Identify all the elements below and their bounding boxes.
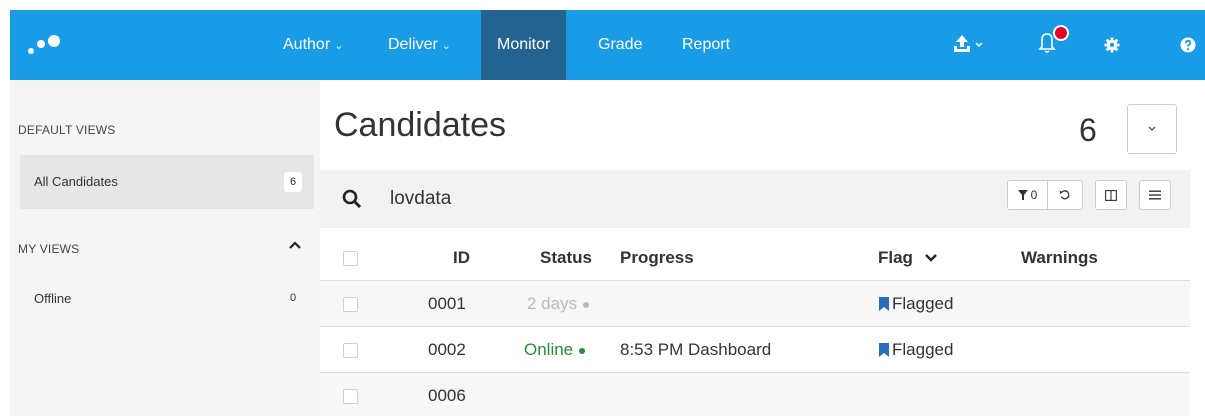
bell-icon bbox=[1038, 25, 1069, 53]
page-title: Candidates bbox=[334, 106, 507, 144]
flag-text: Flagged bbox=[892, 294, 954, 313]
columns-icon bbox=[1105, 189, 1117, 201]
row-checkbox[interactable] bbox=[343, 389, 358, 404]
column-header-flag[interactable]: Flag bbox=[878, 248, 938, 268]
collapse-my-views-button[interactable] bbox=[288, 238, 302, 256]
chevron-down-icon bbox=[924, 254, 937, 262]
chevron-down-icon: ⌄ bbox=[441, 40, 452, 52]
list-view-button[interactable] bbox=[1139, 180, 1171, 210]
filter-button[interactable]: 0 bbox=[1008, 181, 1048, 209]
help-icon bbox=[1180, 37, 1196, 53]
sidebar-item-label: Offline bbox=[34, 291, 72, 306]
dots-logo-icon[interactable] bbox=[24, 30, 64, 60]
menu-icon bbox=[1149, 190, 1161, 200]
sidebar-item-label: All Candidates bbox=[34, 174, 118, 189]
search-icon bbox=[342, 189, 362, 209]
online-status-dot-icon bbox=[579, 347, 586, 354]
search-input[interactable] bbox=[390, 186, 790, 212]
candidate-id: 0001 bbox=[428, 294, 466, 313]
candidate-id: 0002 bbox=[428, 340, 466, 359]
status-text: Online bbox=[524, 340, 574, 359]
candidates-table-header: ID Status Progress Flag Warnings bbox=[334, 238, 1190, 280]
column-header-id[interactable]: ID bbox=[453, 248, 470, 268]
column-header-progress[interactable]: Progress bbox=[620, 248, 694, 268]
help-button[interactable] bbox=[1180, 37, 1196, 58]
my-views-heading: MY VIEWS bbox=[18, 242, 80, 256]
sidebar-item-all-candidates[interactable]: All Candidates 6 bbox=[20, 155, 314, 209]
gear-icon bbox=[1104, 37, 1120, 53]
filter-icon bbox=[1017, 190, 1028, 200]
candidate-id: 0006 bbox=[428, 386, 466, 405]
flag-cell[interactable]: Flagged bbox=[879, 294, 953, 314]
table-row[interactable]: 0002 Online 8:53 PM Dashboard Flagged bbox=[320, 326, 1190, 372]
flag-text: Flagged bbox=[892, 340, 954, 359]
views-sidebar: DEFAULT VIEWS All Candidates 6 MY VIEWS … bbox=[10, 80, 320, 416]
bookmark-flag-icon bbox=[879, 297, 889, 311]
filter-count: 0 bbox=[1030, 188, 1038, 202]
column-header-status[interactable]: Status bbox=[540, 248, 592, 268]
row-checkbox[interactable] bbox=[343, 297, 358, 312]
nav-deliver-menu[interactable]: Deliver ⌄ bbox=[388, 10, 451, 80]
reset-button[interactable] bbox=[1048, 181, 1082, 209]
chevron-up-icon bbox=[289, 241, 301, 249]
chevron-down-icon: ⌄ bbox=[334, 40, 344, 52]
progress-cell: 8:53 PM Dashboard bbox=[620, 340, 772, 359]
columns-button[interactable] bbox=[1095, 180, 1127, 210]
nav-monitor-tab[interactable]: Monitor bbox=[481, 10, 567, 80]
offline-status-dot-icon bbox=[583, 301, 590, 308]
row-checkbox[interactable] bbox=[343, 343, 358, 358]
upload-menu-button[interactable] bbox=[953, 34, 989, 61]
notifications-button[interactable] bbox=[1032, 24, 1072, 63]
upload-icon bbox=[954, 35, 983, 52]
status-text: 2 days bbox=[527, 294, 578, 313]
bookmark-flag-icon bbox=[879, 343, 889, 357]
count-badge: 0 bbox=[289, 292, 297, 304]
status-cell: Online bbox=[524, 340, 586, 360]
filter-reset-group: 0 bbox=[1007, 180, 1083, 210]
select-all-checkbox[interactable] bbox=[343, 251, 358, 266]
flag-cell[interactable]: Flagged bbox=[879, 340, 953, 360]
table-row[interactable]: 0001 2 days Flagged bbox=[320, 280, 1190, 326]
nav-author-menu[interactable]: Author ⌄ bbox=[283, 10, 343, 80]
undo-icon bbox=[1059, 190, 1070, 200]
column-header-warnings[interactable]: Warnings bbox=[1021, 248, 1098, 268]
default-views-heading: DEFAULT VIEWS bbox=[18, 123, 116, 137]
sidebar-item-offline[interactable]: Offline 0 bbox=[20, 274, 314, 328]
nav-grade-tab[interactable]: Grade bbox=[598, 10, 642, 80]
chevron-down-icon bbox=[1148, 126, 1156, 131]
candidate-count: 6 bbox=[1079, 112, 1097, 148]
top-navigation-bar: Author ⌄ Deliver ⌄ Monitor Grade Report bbox=[10, 10, 1205, 80]
count-badge: 6 bbox=[284, 172, 302, 192]
count-dropdown-button[interactable] bbox=[1127, 104, 1177, 154]
settings-button[interactable] bbox=[1104, 37, 1120, 58]
table-row[interactable]: 0006 bbox=[320, 372, 1190, 416]
notification-badge-icon bbox=[1053, 25, 1069, 41]
status-cell: 2 days bbox=[527, 294, 590, 314]
nav-report-tab[interactable]: Report bbox=[682, 10, 730, 80]
